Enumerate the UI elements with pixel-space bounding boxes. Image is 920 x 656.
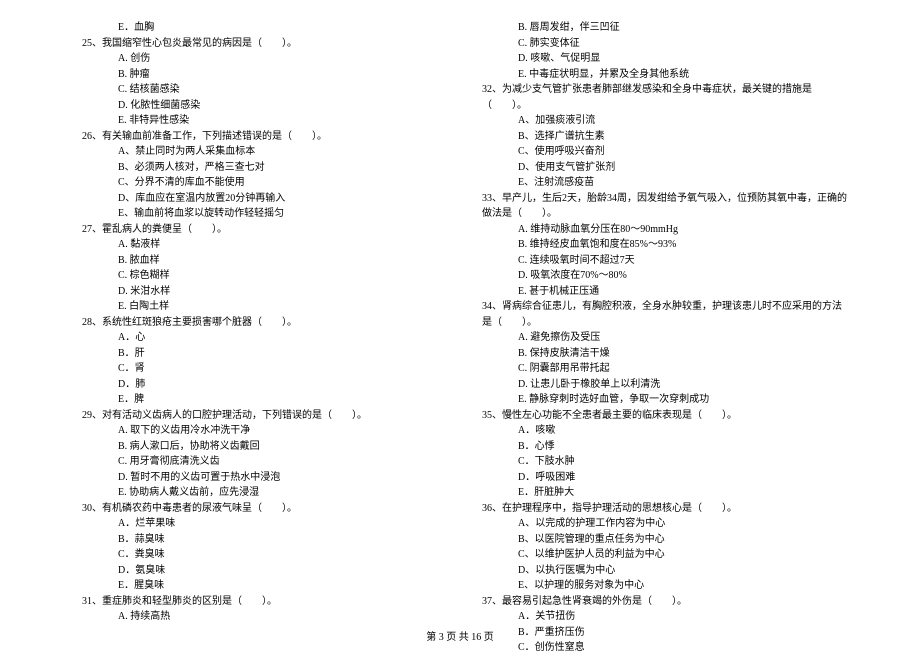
option-line: A. 黏液样 [70, 237, 450, 253]
option-line: C、以维护医护人员的利益为中心 [470, 547, 850, 563]
option-line: D. 暂时不用的义齿可置于热水中浸泡 [70, 470, 450, 486]
option-line: C．下肢水肿 [470, 454, 850, 470]
option-line: B. 病人漱口后，协助将义齿戴回 [70, 439, 450, 455]
option-line: A. 取下的义齿用冷水冲洗干净 [70, 423, 450, 439]
option-line: E. 静脉穿刺时选好血管，争取一次穿刺成功 [470, 392, 850, 408]
question-line: 37、最容易引起急性肾衰竭的外伤是（ ）。 [470, 594, 850, 610]
option-line: A、禁止同时为两人采集血标本 [70, 144, 450, 160]
option-line: E．腥臭味 [70, 578, 450, 594]
option-line: A. 创伤 [70, 51, 450, 67]
question-line: 30、有机磷农药中毒患者的尿液气味呈（ ）。 [70, 501, 450, 517]
option-line: C. 用牙膏彻底清洗义齿 [70, 454, 450, 470]
option-line: D、以执行医嘱为中心 [470, 563, 850, 579]
option-line: E. 非特异性感染 [70, 113, 450, 129]
option-line: B. 肿瘤 [70, 67, 450, 83]
option-line: D、库血应在室温内放置20分钟再输入 [70, 191, 450, 207]
option-line: C. 阴囊部用吊带托起 [470, 361, 850, 377]
option-line: C．创伤性窒息 [470, 640, 850, 656]
option-line: D. 吸氧浓度在70%～80% [470, 268, 850, 284]
option-line: D．呼吸困难 [470, 470, 850, 486]
question-line: 29、对有活动义齿病人的口腔护理活动，下列错误的是（ ）。 [70, 408, 450, 424]
option-line: B．严重挤压伤 [470, 625, 850, 641]
option-line: D．肺 [70, 377, 450, 393]
option-line: A．烂苹果味 [70, 516, 450, 532]
option-line: B．肝 [70, 346, 450, 362]
option-line: B、必须两人核对，严格三查七对 [70, 160, 450, 176]
option-line: E. 甚于机械正压通 [470, 284, 850, 300]
option-line: B. 唇周发绀，伴三凹征 [470, 20, 850, 36]
option-line: D. 咳嗽、气促明显 [470, 51, 850, 67]
option-line: D. 化脓性细菌感染 [70, 98, 450, 114]
option-line: C．粪臭味 [70, 547, 450, 563]
question-line: 36、在护理程序中，指导护理活动的思想核心是（ ）。 [470, 501, 850, 517]
option-line: A．咳嗽 [470, 423, 850, 439]
option-line: C、分界不清的库血不能使用 [70, 175, 450, 191]
option-line: D. 让患儿卧于橡胶单上以利清洗 [470, 377, 850, 393]
right-column: B. 唇周发绀，伴三凹征C. 肺实变体征D. 咳嗽、气促明显E. 中毒症状明显，… [460, 20, 860, 620]
option-line: B. 保持皮肤清洁干燥 [470, 346, 850, 362]
page-body: E．血胸25、我国缩窄性心包炎最常见的病因是（ ）。A. 创伤B. 肿瘤C. 结… [0, 0, 920, 620]
question-line: 31、重症肺炎和轻型肺炎的区别是（ ）。 [70, 594, 450, 610]
option-line: B、以医院管理的重点任务为中心 [470, 532, 850, 548]
question-line: 34、肾病综合征患儿，有胸腔积液，全身水肿较重，护理该患儿时不应采用的方法是（ … [470, 299, 850, 330]
option-line: E. 白陶土样 [70, 299, 450, 315]
left-column: E．血胸25、我国缩窄性心包炎最常见的病因是（ ）。A. 创伤B. 肿瘤C. 结… [60, 20, 460, 620]
option-line: C. 结核菌感染 [70, 82, 450, 98]
option-line: E、输血前将血浆以旋转动作轻轻摇匀 [70, 206, 450, 222]
option-line: A．关节扭伤 [470, 609, 850, 625]
option-line: A. 持续高热 [70, 609, 450, 625]
option-line: C. 肺实变体征 [470, 36, 850, 52]
question-line: 26、有关输血前准备工作，下列描述错误的是（ ）。 [70, 129, 450, 145]
option-line: C. 棕色糊样 [70, 268, 450, 284]
option-line: A. 避免擦伤及受压 [470, 330, 850, 346]
option-line: E. 协助病人戴义齿前，应先浸湿 [70, 485, 450, 501]
option-line: B．心悸 [470, 439, 850, 455]
option-line: A、加强痰液引流 [470, 113, 850, 129]
option-line: E、注射流感疫苗 [470, 175, 850, 191]
option-line: D. 米泔水样 [70, 284, 450, 300]
option-line: B. 维持经皮血氧饱和度在85%～93% [470, 237, 850, 253]
option-line: E．血胸 [70, 20, 450, 36]
option-line: A、以完成的护理工作内容为中心 [470, 516, 850, 532]
option-line: E．肝脏肿大 [470, 485, 850, 501]
option-line: A．心 [70, 330, 450, 346]
option-line: E、以护理的服务对象为中心 [470, 578, 850, 594]
question-line: 28、系统性红斑狼疮主要损害哪个脏器（ ）。 [70, 315, 450, 331]
question-line: 25、我国缩窄性心包炎最常见的病因是（ ）。 [70, 36, 450, 52]
question-line: 27、霍乱病人的粪便呈（ ）。 [70, 222, 450, 238]
option-line: B. 脓血样 [70, 253, 450, 269]
question-line: 35、慢性左心功能不全患者最主要的临床表现是（ ）。 [470, 408, 850, 424]
option-line: A. 维持动脉血氧分压在80～90mmHg [470, 222, 850, 238]
option-line: E．脾 [70, 392, 450, 408]
option-line: B、选择广谱抗生素 [470, 129, 850, 145]
option-line: D、使用支气管扩张剂 [470, 160, 850, 176]
question-line: 32、为减少支气管扩张患者肺部继发感染和全身中毒症状，最关键的措施是（ ）。 [470, 82, 850, 113]
question-line: 33、早产儿，生后2天，胎龄34周，因发绀给予氧气吸入，位预防其氧中毒，正确的做… [470, 191, 850, 222]
option-line: C．肾 [70, 361, 450, 377]
option-line: B．蒜臭味 [70, 532, 450, 548]
option-line: D．氨臭味 [70, 563, 450, 579]
option-line: E. 中毒症状明显，并累及全身其他系统 [470, 67, 850, 83]
option-line: C、使用呼吸兴奋剂 [470, 144, 850, 160]
option-line: C. 连续吸氧时间不超过7天 [470, 253, 850, 269]
